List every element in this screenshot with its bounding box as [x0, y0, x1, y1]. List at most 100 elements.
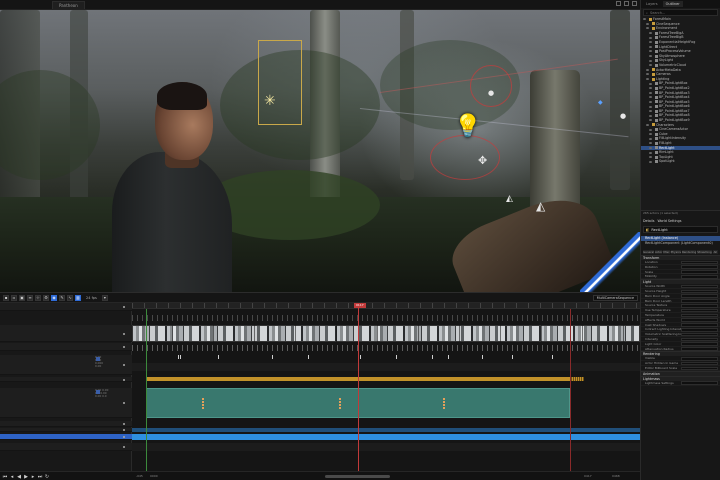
visibility-eye-icon[interactable] [649, 45, 652, 48]
keyframe-dot-icon[interactable] [123, 402, 125, 404]
keyframe-dot-icon[interactable] [123, 364, 125, 366]
selected-track-section[interactable] [132, 434, 640, 440]
outliner-row[interactable]: SpotLight [641, 159, 720, 164]
track-row[interactable] [0, 377, 132, 382]
visibility-eye-icon[interactable] [649, 114, 652, 117]
visibility-eye-icon[interactable] [649, 142, 652, 145]
keyframe-marker[interactable] [272, 355, 273, 359]
move-gizmo-icon[interactable]: ✥ [478, 155, 487, 166]
category-filter-button[interactable]: Misc [663, 250, 670, 254]
category-filter-button[interactable]: General [643, 250, 655, 254]
component-item[interactable]: RectLightComponent (LightComponent0) [641, 241, 720, 246]
keyframe-marker[interactable] [218, 355, 219, 359]
property-value-field[interactable] [681, 294, 718, 298]
tab-details[interactable]: Details [643, 219, 654, 223]
property-value-field[interactable] [681, 323, 718, 327]
light-gizmo-icon[interactable]: ✳ [264, 94, 276, 108]
keyframe-dot-icon[interactable] [123, 346, 125, 348]
visibility-eye-icon[interactable] [649, 41, 652, 44]
keyframe-dot-icon[interactable] [123, 332, 125, 335]
visibility-eye-icon[interactable] [649, 128, 652, 131]
track-row[interactable] [0, 303, 132, 311]
property-value-field[interactable] [681, 381, 718, 385]
timeline-area[interactable]: 0117 [132, 303, 640, 471]
visibility-eye-icon[interactable] [646, 73, 649, 76]
playhead[interactable] [358, 303, 359, 471]
keyframe-dot-icon[interactable] [123, 429, 125, 431]
frame-start[interactable]: -045 [136, 474, 143, 479]
visibility-eye-icon[interactable] [649, 105, 652, 108]
visibility-eye-icon[interactable] [646, 78, 649, 81]
draw-tool-icon[interactable]: ✎ [59, 294, 65, 301]
track-row[interactable] [0, 343, 132, 351]
property-value-field[interactable] [681, 274, 718, 279]
keyframe-marker[interactable] [552, 355, 553, 359]
track-row[interactable] [0, 325, 132, 342]
property-value-field[interactable] [681, 260, 718, 265]
property-value-field[interactable] [681, 332, 718, 337]
keyframe-marker[interactable] [432, 355, 433, 359]
keyframe-marker[interactable] [180, 355, 181, 359]
save-icon[interactable]: ▪ [3, 294, 9, 301]
jump-end-icon[interactable]: ⏭ [37, 474, 43, 480]
add-key-icon[interactable] [96, 357, 100, 361]
outliner-search-input[interactable]: ⌕ Search... [643, 9, 718, 16]
property-value-field[interactable] [681, 327, 718, 332]
property-value-field[interactable] [681, 299, 718, 303]
keyframe-dot-icon[interactable] [123, 423, 125, 425]
level-viewport[interactable]: ✳ 💡 ✥ ● ● ◭ ◭ ◆ [0, 10, 640, 292]
minimize-icon[interactable] [616, 1, 621, 6]
keyframe-dot-icon[interactable] [123, 378, 125, 381]
keyframe-dot-icon[interactable] [123, 436, 125, 438]
spot-light-icon[interactable]: ◭ [536, 200, 545, 212]
visibility-eye-icon[interactable] [649, 100, 652, 103]
category-filter-button[interactable]: All [712, 250, 718, 254]
category-filter-button[interactable]: Actor [655, 250, 663, 254]
keyframe-dot-icon[interactable] [123, 446, 125, 448]
property-value-field[interactable] [681, 361, 718, 366]
keyframe-marker[interactable] [448, 355, 449, 359]
property-value-field[interactable] [681, 356, 718, 361]
tab-outliner[interactable]: Outliner [662, 1, 683, 7]
prev-frame-icon[interactable]: ◂ [9, 474, 15, 480]
visibility-eye-icon[interactable] [649, 91, 652, 94]
curve-editor-icon[interactable]: ∿ [67, 294, 73, 301]
jump-start-icon[interactable]: ⏮ [2, 474, 8, 480]
playback-end-marker[interactable] [570, 309, 571, 471]
keyframe-marker[interactable] [178, 355, 179, 359]
point-light-icon[interactable]: ● [620, 113, 626, 120]
property-value-field[interactable] [681, 289, 718, 294]
settings-icon[interactable]: ⚙ [43, 294, 49, 301]
visibility-eye-icon[interactable] [649, 64, 652, 67]
track-row[interactable]: 0.00 0.00 0.000 0.00 [0, 355, 132, 375]
visibility-eye-icon[interactable] [649, 36, 652, 39]
visibility-eye-icon[interactable] [649, 119, 652, 122]
property-value-field[interactable] [681, 318, 718, 322]
keyframe-dot-icon[interactable] [123, 306, 125, 308]
visibility-eye-icon[interactable] [649, 32, 652, 35]
add-key-icon[interactable] [96, 390, 100, 394]
visibility-eye-icon[interactable] [646, 68, 649, 71]
property-value-field[interactable] [681, 308, 718, 313]
render-icon[interactable]: ▣ [19, 294, 25, 301]
visibility-eye-icon[interactable] [649, 133, 652, 136]
visibility-eye-icon[interactable] [649, 110, 652, 113]
visibility-eye-icon[interactable] [649, 151, 652, 154]
loop-icon[interactable]: ↻ [44, 474, 50, 480]
visibility-eye-icon[interactable] [649, 160, 652, 163]
visibility-eye-icon[interactable] [649, 96, 652, 99]
visibility-eye-icon[interactable] [649, 55, 652, 58]
tab-layers[interactable]: Layers [643, 1, 661, 7]
keyframe-marker[interactable] [308, 355, 309, 359]
property-value-field[interactable] [681, 313, 718, 318]
play-reverse-icon[interactable]: ◀ [16, 474, 22, 480]
visibility-eye-icon[interactable] [649, 156, 652, 159]
play-icon[interactable]: ▶ [23, 474, 29, 480]
frame-out[interactable]: 0417 [584, 474, 592, 479]
visibility-eye-icon[interactable] [649, 137, 652, 140]
frame-options-icon[interactable]: ▾ [101, 294, 108, 301]
select-tool-icon[interactable]: ◈ [51, 294, 57, 301]
property-value-field[interactable] [681, 284, 718, 289]
timeline-scrollbar[interactable] [325, 475, 390, 478]
track-row[interactable] [0, 428, 132, 432]
